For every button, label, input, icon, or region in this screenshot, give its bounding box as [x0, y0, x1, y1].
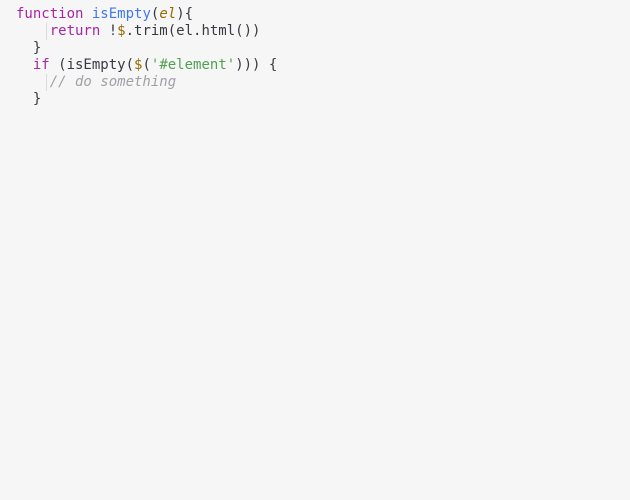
keyword-return: return — [50, 23, 101, 39]
code-line: if (isEmpty($('#element'))) { — [0, 57, 630, 74]
code-line: return !$.trim(el.html()) — [0, 23, 630, 40]
if-close: ))) { — [235, 57, 277, 73]
code-block: function isEmpty(el){ return !$.trim(el.… — [0, 6, 630, 108]
string-selector: '#element' — [151, 57, 235, 73]
brace-close: } — [33, 91, 41, 107]
code-line: } — [0, 91, 630, 108]
code-line: // do something — [0, 74, 630, 91]
keyword-function: function — [16, 6, 83, 22]
if-open: (isEmpty( — [50, 57, 134, 73]
bang: ! — [100, 23, 117, 39]
param-el: el — [159, 6, 176, 22]
trim-call: .trim(el.html()) — [126, 23, 261, 39]
code-line: function isEmpty(el){ — [0, 6, 630, 23]
code-line: } — [0, 40, 630, 57]
keyword-if: if — [33, 57, 50, 73]
function-name: isEmpty — [92, 6, 151, 22]
paren-close-brace: ){ — [176, 6, 193, 22]
comment: // do something — [50, 74, 176, 90]
brace-close: } — [33, 40, 41, 56]
jquery-dollar: $ — [117, 23, 125, 39]
paren-open: ( — [142, 57, 150, 73]
